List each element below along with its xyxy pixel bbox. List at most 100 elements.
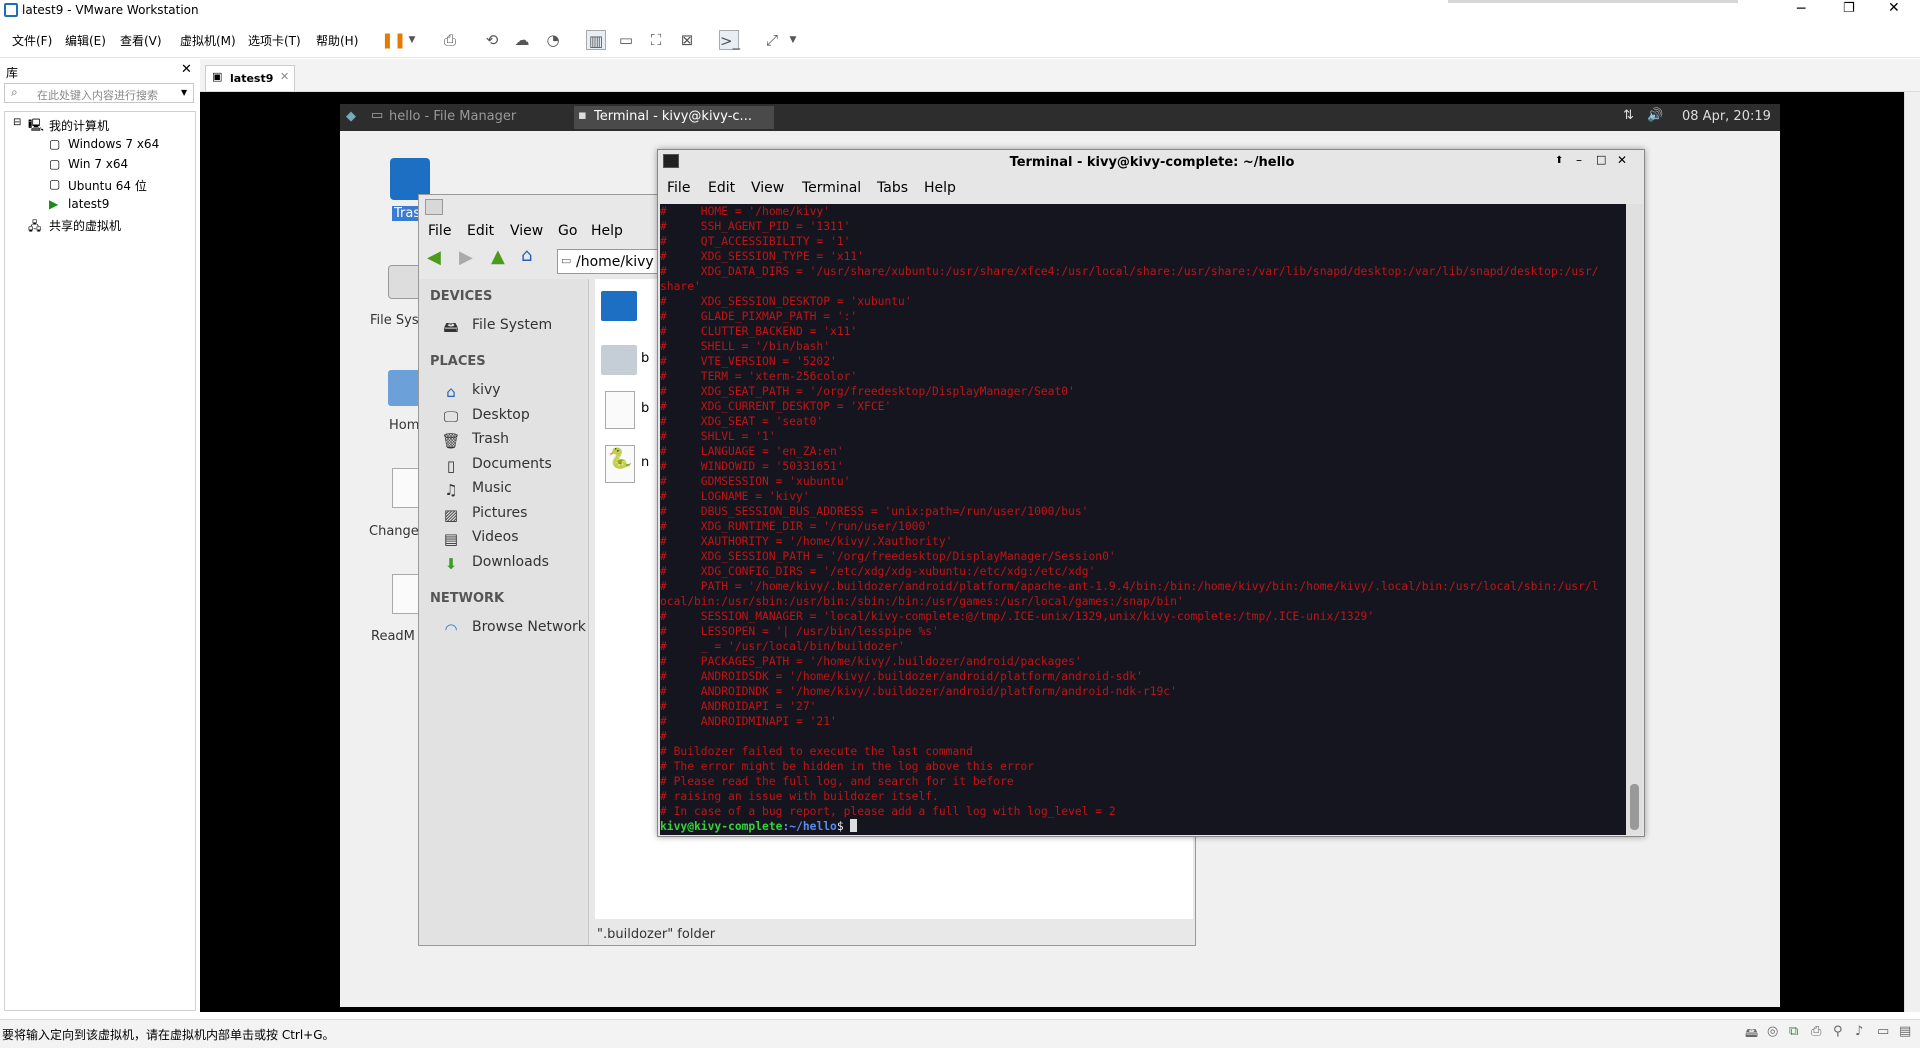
folder-icon: ▭ — [561, 254, 572, 267]
send-ctrl-alt-del-icon[interactable]: ⎙ — [440, 30, 460, 50]
usb-icon[interactable]: ⚲ — [1833, 1024, 1843, 1039]
library-tree: ⊟ 🖳 我的计算机 ▢ Windows 7 x64 ▢ Win 7 x64 ▢ … — [4, 111, 196, 1011]
file-name[interactable]: b — [641, 351, 649, 366]
cdrom-icon[interactable]: ◎ — [1767, 1024, 1778, 1039]
menu-view[interactable]: 查看(V) — [120, 32, 162, 49]
close-icon[interactable]: ✕ — [1617, 153, 1627, 167]
location-bar[interactable]: ▭ /home/kivy — [557, 249, 667, 274]
terminal-line: # ANDROIDAPI = '27' — [660, 700, 817, 713]
task-terminal[interactable]: ▪ Terminal - kivy@kivy-c... — [574, 106, 774, 129]
terminal-output[interactable]: # HOME = '/home/kivy' # SSH_AGENT_PID = '… — [660, 204, 1626, 835]
desktop-icon-label[interactable]: Hom — [389, 418, 419, 433]
tree-vm-latest9[interactable]: latest9 — [68, 197, 109, 211]
fullscreen-icon[interactable]: ⛶ — [646, 30, 666, 50]
snapshot-manager-icon[interactable]: ◔ — [543, 30, 563, 50]
hdd-icon[interactable]: 🖴 — [1745, 1024, 1758, 1046]
tree-my-computer[interactable]: 我的计算机 — [49, 117, 109, 134]
tree-vm-windows7x64[interactable]: Windows 7 x64 — [68, 137, 159, 151]
menu-tabs[interactable]: 选项卡(T) — [248, 32, 301, 49]
library-title: 库 — [6, 66, 19, 80]
thumbnail-bar-icon[interactable]: ▭ — [616, 30, 636, 50]
menu-vm[interactable]: 虚拟机(M) — [180, 32, 236, 49]
tree-shared-vms[interactable]: 共享的虚拟机 — [49, 217, 121, 234]
home-icon[interactable]: ⌂ — [521, 245, 532, 266]
up-arrow-icon[interactable]: ▲ — [491, 246, 505, 267]
terminal-line: # — [660, 730, 667, 743]
file-name[interactable]: b — [641, 401, 649, 416]
desktop-icon-label[interactable]: Change — [369, 524, 419, 539]
collapse-icon[interactable]: ⊟ — [13, 117, 21, 128]
python-file-icon[interactable]: 🐍 — [605, 445, 635, 483]
term-menu-view[interactable]: View — [751, 180, 784, 196]
back-arrow-icon[interactable]: ◀ — [427, 247, 441, 268]
tree-vm-win7x64[interactable]: Win 7 x64 — [68, 157, 128, 171]
library-pane: 库 ✕ ⌕ 在此处键入内容进行搜索 ▼ ⊟ 🖳 我的计算机 ▢ Windows … — [0, 59, 198, 1019]
desktop-icon-label[interactable]: ReadM — [371, 629, 415, 644]
terminal-scrollbar[interactable] — [1626, 204, 1643, 835]
volume-icon[interactable]: 🔊 — [1647, 108, 1663, 123]
library-view-icon[interactable]: ▥ — [586, 30, 606, 50]
term-menu-file[interactable]: File — [667, 180, 690, 196]
term-menu-terminal[interactable]: Terminal — [802, 180, 861, 196]
fm-menu-go[interactable]: Go — [558, 223, 577, 239]
revert-snapshot-icon[interactable]: ☁ — [512, 30, 532, 50]
panel-clock[interactable]: 08 Apr, 20:19 — [1682, 109, 1771, 124]
message-log-icon[interactable]: ▤ — [1899, 1024, 1911, 1039]
fm-menu-edit[interactable]: Edit — [467, 223, 494, 239]
whisker-menu-icon[interactable]: ◆ — [346, 109, 356, 124]
network-icon[interactable]: ⇅ — [1623, 108, 1634, 123]
printer-icon[interactable]: ⎙ — [1811, 1024, 1821, 1039]
unity-icon[interactable]: ⊠ — [677, 30, 697, 50]
dropdown-arrow-icon[interactable]: ▼ — [402, 30, 422, 50]
library-close-icon[interactable]: ✕ — [181, 62, 192, 77]
folder-icon[interactable] — [601, 291, 637, 321]
shade-icon[interactable]: ⬆ — [1555, 155, 1563, 166]
forward-arrow-icon[interactable]: ▶ — [459, 247, 473, 268]
minimize-button[interactable]: ─ — [1797, 1, 1805, 17]
maximize-icon[interactable]: □ — [1596, 153, 1606, 166]
task-file-manager[interactable]: ▭ hello - File Manager — [367, 106, 561, 129]
tab-latest9[interactable]: ▣ latest9 ✕ — [205, 65, 295, 91]
folder-icon[interactable] — [601, 345, 637, 375]
fm-menu-help[interactable]: Help — [591, 223, 623, 239]
term-menu-edit[interactable]: Edit — [708, 180, 735, 196]
sound-card-icon[interactable]: ♪ — [1855, 1024, 1863, 1039]
folder-icon: ▭ — [371, 108, 384, 123]
folder-icon — [425, 199, 443, 215]
console-scrollbar[interactable] — [1904, 92, 1920, 1012]
library-search-box[interactable]: ⌕ 在此处键入内容进行搜索 ▼ — [4, 83, 194, 103]
task-label: Terminal - kivy@kivy-c... — [594, 109, 752, 124]
term-menu-tabs[interactable]: Tabs — [877, 180, 908, 196]
console-view-icon[interactable]: >_ — [719, 30, 740, 50]
download-icon: ⬇ — [444, 555, 458, 573]
term-menu-help[interactable]: Help — [924, 180, 956, 196]
pause-icon[interactable]: ❚❚ — [381, 30, 406, 50]
vmware-menubar: 文件(F) 编辑(E) 查看(V) 虚拟机(M) 选项卡(T) 帮助(H) ❚❚… — [0, 22, 1920, 58]
tree-vm-ubuntu[interactable]: Ubuntu 64 位 — [68, 177, 147, 194]
menu-file[interactable]: 文件(F) — [12, 32, 52, 49]
search-dropdown-icon[interactable]: ▼ — [181, 88, 187, 97]
snapshot-icon[interactable]: ⟲ — [482, 30, 502, 50]
terminal-line: # SESSION_MANAGER = 'local/kivy-complete… — [660, 610, 1375, 623]
stretch-dropdown-icon[interactable]: ▼ — [783, 30, 803, 50]
terminal-line: # In case of a bug report, please add a … — [660, 805, 1116, 818]
file-name[interactable]: n — [641, 455, 649, 470]
document-icon[interactable] — [605, 391, 635, 429]
tab-close-icon[interactable]: ✕ — [280, 70, 289, 83]
close-window-button[interactable]: ✕ — [1888, 0, 1900, 16]
menu-edit[interactable]: 编辑(E) — [65, 32, 106, 49]
minimize-icon[interactable]: – — [1576, 153, 1582, 167]
fm-menu-file[interactable]: File — [428, 223, 451, 239]
network-adapter-icon[interactable]: ⧉ — [1789, 1024, 1798, 1039]
stretch-icon[interactable]: ⤢ — [762, 30, 782, 50]
title-search-box[interactable] — [1448, 0, 1738, 3]
display-icon[interactable]: ▭ — [1877, 1024, 1889, 1039]
task-label: hello - File Manager — [389, 109, 517, 124]
restore-button[interactable]: ❐ — [1843, 1, 1855, 16]
menu-help[interactable]: 帮助(H) — [316, 32, 358, 49]
fm-menu-view[interactable]: View — [510, 223, 543, 239]
desktop-icon-label[interactable]: File Sys — [370, 313, 419, 328]
terminal-line: # XDG_SESSION_TYPE = 'x11' — [660, 250, 865, 263]
scrollbar-thumb[interactable] — [1630, 784, 1639, 830]
vm-icon: ▢ — [49, 137, 61, 151]
